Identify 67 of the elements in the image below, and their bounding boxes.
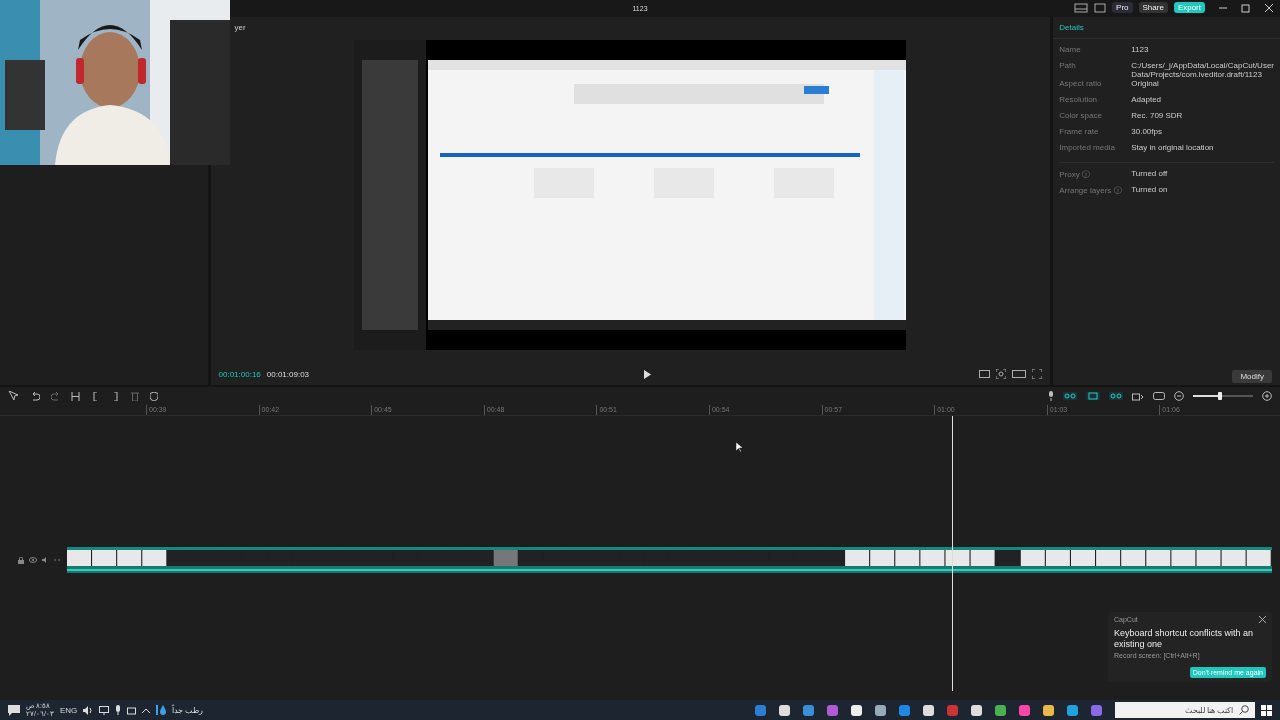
microphone-icon[interactable] <box>1048 391 1054 401</box>
eye-icon[interactable] <box>29 557 37 563</box>
property-label: Frame rate <box>1059 127 1100 137</box>
property-value: Stay in original location <box>1131 143 1215 153</box>
top-bar-button[interactable]: Share <box>1138 2 1168 13</box>
speaker-icon[interactable] <box>42 557 49 563</box>
undo-icon[interactable] <box>31 391 40 401</box>
app-icon[interactable] <box>1042 703 1055 717</box>
language-indicator[interactable]: ENG <box>59 705 78 715</box>
microphone-icon[interactable] <box>115 705 122 715</box>
modify-button[interactable]: Modify <box>1232 369 1272 383</box>
chevron-up-icon[interactable] <box>142 707 151 713</box>
app-icon[interactable] <box>970 703 983 717</box>
cursor-icon <box>736 442 743 452</box>
notification-title: Keyboard shortcut conflicts with an existing one <box>1114 628 1255 650</box>
fullscreen-icon[interactable] <box>1032 369 1043 379</box>
notification-icon[interactable] <box>8 704 20 716</box>
windows-icon[interactable] <box>1261 704 1272 716</box>
property-value: Rec. 709 SDR <box>1131 111 1184 121</box>
property-value: Turned on <box>1131 185 1169 195</box>
app-icon[interactable] <box>778 703 791 717</box>
shield-icon[interactable] <box>150 391 158 401</box>
app-icon[interactable] <box>1066 703 1079 717</box>
trim-left-icon[interactable] <box>91 391 100 401</box>
property-value: C:/Users/_j/AppData/Local/CapCut/User Data/Projects/com.lveditor.draft/1123 <box>1131 61 1274 80</box>
split-icon[interactable] <box>71 391 80 401</box>
property-value: Turned off <box>1131 169 1169 179</box>
app-icon[interactable] <box>850 703 863 717</box>
top-bar-button[interactable]: Pro <box>1112 2 1133 13</box>
delete-icon[interactable] <box>131 391 139 401</box>
app-icon[interactable] <box>922 703 935 717</box>
current-time: 00:01:00:16 <box>218 369 261 379</box>
close-icon[interactable] <box>1259 616 1266 623</box>
app-icon[interactable] <box>874 703 887 717</box>
property-label: Arrange layers ⓘ <box>1059 185 1123 197</box>
property-label: Aspect ratio <box>1059 79 1103 89</box>
property-label: Proxy ⓘ <box>1059 169 1091 181</box>
property-label: Name <box>1059 45 1082 54</box>
preview-axis-icon[interactable] <box>1132 391 1144 401</box>
property-value: Original <box>1131 79 1160 89</box>
app-icon[interactable] <box>994 703 1007 717</box>
property-value: 1123 <box>1131 45 1150 55</box>
monitor-icon[interactable] <box>99 705 110 715</box>
property-label: Color space <box>1059 111 1103 121</box>
layout-icon[interactable] <box>1074 2 1089 13</box>
close-icon[interactable] <box>1264 2 1274 13</box>
trim-right-icon[interactable] <box>111 391 120 401</box>
raindrop-icon[interactable] <box>156 704 167 716</box>
property-value: 30.00fps <box>1131 127 1163 137</box>
property-label: Path <box>1059 61 1077 70</box>
search-icon[interactable] <box>1239 705 1249 715</box>
panel-title: yer <box>234 23 246 32</box>
property-label: Resolution <box>1059 95 1099 105</box>
zoom-in-icon[interactable] <box>1262 391 1272 401</box>
focus-icon[interactable] <box>996 369 1007 379</box>
property-value: Adapted <box>1131 95 1163 105</box>
panel-title: Details <box>1059 23 1084 32</box>
restore-icon[interactable] <box>1241 2 1251 13</box>
volume-icon[interactable] <box>83 705 94 715</box>
lock-icon[interactable] <box>18 556 24 564</box>
cursor-icon[interactable] <box>8 391 20 401</box>
play-icon[interactable] <box>642 370 651 379</box>
property-label: Imported media <box>1059 143 1116 153</box>
redo-icon[interactable] <box>51 391 60 401</box>
zoom-out-icon[interactable] <box>1174 391 1184 401</box>
weather-label[interactable]: رطب جداً <box>172 705 204 715</box>
total-time: 00:01:09:03 <box>266 369 310 379</box>
